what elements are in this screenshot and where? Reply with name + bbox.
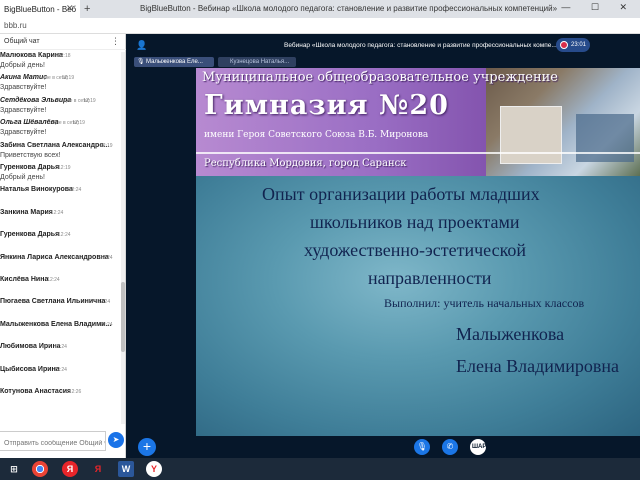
webcam-user-name: Кузнецова Наталья... bbox=[230, 59, 290, 65]
chat-message-input[interactable] bbox=[0, 434, 105, 453]
chat-message-author: Цыбисова Ирина bbox=[0, 365, 60, 373]
chat-message-text: Здравствуйте! bbox=[0, 84, 47, 92]
url-text: bbb.ru bbox=[4, 21, 27, 30]
new-tab-button[interactable]: + bbox=[84, 3, 90, 15]
chat-message-time: 12:24 bbox=[50, 209, 64, 216]
banner-named-after: имени Героя Советского Союза В.Б. Мироно… bbox=[204, 130, 429, 140]
start-menu-icon[interactable]: ⊞ bbox=[6, 461, 22, 477]
chat-message: Котунова Анастасия 12:26 bbox=[0, 388, 120, 414]
chat-message-time: 12:24 bbox=[68, 187, 82, 194]
chat-title: Общий чат bbox=[4, 38, 40, 45]
meeting-area: 👤 Вебинар «Школа молодого педагога: стан… bbox=[126, 34, 640, 458]
chat-message-time: 12:24 bbox=[54, 366, 67, 373]
send-message-button[interactable]: ➤ bbox=[108, 432, 124, 448]
banner-institution: Муниципальное общеобразовательное учрежд… bbox=[202, 70, 559, 85]
slide-author-surname: Малыженкова bbox=[456, 324, 565, 344]
chat-message-author: Наталья Винокурова bbox=[0, 186, 73, 194]
chat-message-time: 12:24 bbox=[47, 277, 60, 283]
banner-divider bbox=[196, 152, 640, 154]
close-tab-icon[interactable]: ✕ bbox=[66, 3, 74, 14]
meeting-title: Вебинар «Школа молодого педагога: станов… bbox=[284, 42, 557, 49]
slide-title-line: направленности bbox=[368, 268, 492, 288]
chat-message-author: Пюгаева Светлана Ильинична bbox=[0, 298, 106, 306]
scrollbar-thumb[interactable] bbox=[121, 282, 125, 352]
chat-message-time: 12:19 bbox=[100, 142, 113, 149]
actions-plus-button[interactable]: + bbox=[138, 438, 156, 456]
chat-message-time: 12:24 bbox=[100, 321, 113, 328]
chat-message-author: Акина Матис bbox=[0, 74, 48, 82]
recording-indicator[interactable]: 23:01 bbox=[556, 38, 590, 52]
chat-message-text: Добрый день! bbox=[0, 62, 45, 69]
chat-message-author: Малыженкова Елена Владими... bbox=[0, 320, 112, 328]
chat-scrollbar[interactable] bbox=[121, 52, 125, 424]
share-camera-button[interactable]: ШАР bbox=[470, 439, 486, 455]
chat-message-time: 12:24 bbox=[54, 344, 67, 351]
presentation-slide: Муниципальное общеобразовательное учрежд… bbox=[196, 68, 640, 436]
chat-message-list: Малюкова Карина 12:18 Добрый день! Акина Ма… bbox=[0, 52, 120, 424]
browser-tab[interactable]: BigBlueButton - Веб ✕ bbox=[0, 0, 80, 18]
chat-message-author: Любимова Ирина bbox=[0, 343, 61, 351]
chat-message-time: 12:26 bbox=[68, 389, 82, 395]
chat-message-author: Гуренкова Дарья bbox=[0, 164, 60, 171]
user-list-toggle-icon[interactable]: 👤 bbox=[136, 40, 147, 51]
yandex-app-icon[interactable]: Y bbox=[146, 461, 162, 477]
chat-message-author: Ольга Шёвалёва bbox=[0, 119, 59, 127]
chat-message-author: Котунова Анастасия bbox=[0, 388, 72, 395]
chat-message-text: Приветствую всех! bbox=[0, 151, 61, 159]
chat-message-time: 12:19 bbox=[72, 120, 85, 127]
os-taskbar: ⊞ Я Я W Y bbox=[0, 458, 640, 480]
yandex-icon[interactable]: Я bbox=[62, 461, 78, 477]
microphone-button[interactable]: 🎙 bbox=[414, 439, 430, 455]
chat-input-box[interactable] bbox=[0, 431, 106, 453]
chat-message-author: Сетдёкова Эльвира bbox=[0, 96, 72, 104]
more-options-icon[interactable]: ⋮ bbox=[111, 36, 120, 47]
slide-banner: Муниципальное общеобразовательное учрежд… bbox=[196, 68, 640, 176]
chat-message-time: 12:19 bbox=[61, 75, 75, 82]
chat-message-time: 12:24 bbox=[97, 299, 111, 306]
chat-panel: Общий чат ⋮ Малюкова Карина 12:18 Добрый д… bbox=[0, 34, 126, 458]
window-controls[interactable]: — ☐ ✕ bbox=[561, 2, 636, 13]
chat-message-author: Янкина Лариса Александровна bbox=[0, 253, 109, 261]
window-title: BigBlueButton - Вебинар «Школа молодого … bbox=[140, 4, 558, 13]
chat-message-text: Добрый день! bbox=[0, 174, 45, 181]
phone-audio-button[interactable]: ✆ bbox=[442, 439, 458, 455]
recording-time: 23:01 bbox=[571, 42, 587, 48]
meeting-top-bar: 👤 Вебинар «Школа молодого педагога: стан… bbox=[126, 34, 640, 56]
slide-title-line: Опыт организации работы младших bbox=[262, 184, 540, 204]
chat-message-author: Гуренкова Дарья bbox=[0, 231, 60, 239]
microphone-icon: 🎙 bbox=[137, 59, 145, 65]
chat-header: Общий чат ⋮ bbox=[0, 34, 126, 50]
screen: BigBlueButton - Веб ✕ + BigBlueButton - … bbox=[0, 0, 640, 480]
webcam-tile[interactable]: 🎙 Малыженкова Еле... bbox=[134, 57, 214, 67]
chat-message-time: 12:24 bbox=[100, 254, 113, 261]
slide-title-line: художественно-эстетической bbox=[304, 240, 527, 260]
chat-message-text: Здравствуйте! bbox=[0, 106, 47, 114]
webcam-tile[interactable]: Кузнецова Наталья... bbox=[218, 57, 296, 67]
slide-author-name: Елена Владимировна bbox=[456, 356, 620, 376]
chat-message-author: Кислёва Нина bbox=[0, 276, 49, 283]
chat-message-author: Занкина Мария bbox=[0, 208, 53, 216]
record-icon bbox=[560, 41, 568, 49]
chat-message-time: 12:24 bbox=[58, 232, 71, 239]
banner-location: Республика Мордовия, город Саранск bbox=[204, 158, 407, 169]
banner-school-name: Гимназия №20 bbox=[204, 90, 449, 121]
word-icon[interactable]: W bbox=[118, 461, 134, 477]
yandex-browser-icon[interactable]: Я bbox=[90, 461, 106, 477]
slide-author-label: Выполнил: учитель начальных классов bbox=[384, 296, 585, 310]
webcam-strip: 🎙 Малыженкова Еле... Кузнецова Наталья..… bbox=[126, 56, 640, 68]
address-bar[interactable]: bbb.ru bbox=[0, 18, 640, 34]
webcam-user-name: Малыженкова Еле... bbox=[146, 59, 203, 65]
chat-message-author: Малюкова Карина bbox=[0, 52, 63, 59]
action-bar: + 🎙 ✆ ШАР bbox=[126, 436, 640, 458]
browser-tab-bar: BigBlueButton - Веб ✕ + BigBlueButton - … bbox=[0, 0, 640, 18]
slide-title-line: школьников над проектами bbox=[310, 212, 520, 232]
chat-message-text: Здравствуйте! bbox=[0, 129, 47, 137]
chat-message-time: 12:19 bbox=[83, 97, 96, 104]
chrome-icon[interactable] bbox=[32, 461, 48, 477]
chat-message-time: 12:18 bbox=[58, 53, 71, 59]
chat-message-author: Забина Светлана Александро... bbox=[0, 141, 110, 149]
chat-message-time: 12:19 bbox=[58, 165, 71, 171]
slide-content: Опыт организации работы младших школьник… bbox=[196, 176, 640, 436]
